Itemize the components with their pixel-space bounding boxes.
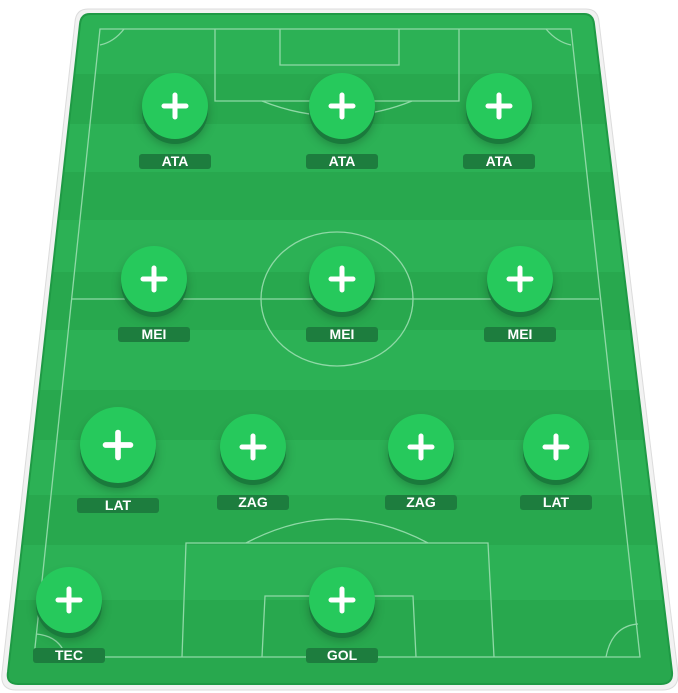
position-label: MEI [306,327,378,342]
add-player-button[interactable] [309,246,375,312]
add-player-button[interactable] [487,246,553,312]
slot-defender-center-left[interactable]: ZAG [217,414,289,510]
plus-icon [102,429,134,461]
slot-midfielder-right[interactable]: MEI [484,246,556,342]
slot-attacker-left[interactable]: ATA [139,73,211,169]
add-player-button[interactable] [121,246,187,312]
add-player-button[interactable] [80,407,156,483]
slot-coach[interactable]: TEC [33,567,105,663]
position-label: ZAG [385,495,457,510]
slot-attacker-center[interactable]: ATA [306,73,378,169]
plus-icon [328,586,356,614]
plus-icon [328,92,356,120]
slot-attacker-right[interactable]: ATA [463,73,535,169]
position-label: ZAG [217,495,289,510]
plus-icon [485,92,513,120]
slot-midfielder-left[interactable]: MEI [118,246,190,342]
slot-midfielder-center[interactable]: MEI [306,246,378,342]
position-label: GOL [306,648,378,663]
lineup-field: ATA ATA ATA MEI MEI MEI LAT ZAG ZAG LAT … [0,0,678,693]
position-label: ATA [139,154,211,169]
position-label: TEC [33,648,105,663]
plus-icon [161,92,189,120]
plus-icon [328,265,356,293]
plus-icon [506,265,534,293]
position-label: ATA [463,154,535,169]
add-player-button[interactable] [309,73,375,139]
position-label: MEI [118,327,190,342]
position-label: LAT [77,498,159,513]
add-player-button[interactable] [523,414,589,480]
slot-defender-left-back[interactable]: LAT [77,407,159,513]
plus-icon [542,433,570,461]
plus-icon [239,433,267,461]
position-label: MEI [484,327,556,342]
add-coach-button[interactable] [36,567,102,633]
add-player-button[interactable] [388,414,454,480]
add-player-button[interactable] [142,73,208,139]
add-player-button[interactable] [466,73,532,139]
plus-icon [55,586,83,614]
slot-defender-right-back[interactable]: LAT [520,414,592,510]
position-label: LAT [520,495,592,510]
plus-icon [140,265,168,293]
position-label: ATA [306,154,378,169]
slot-goalkeeper[interactable]: GOL [306,567,378,663]
slot-defender-center-right[interactable]: ZAG [385,414,457,510]
add-player-button[interactable] [309,567,375,633]
plus-icon [407,433,435,461]
add-player-button[interactable] [220,414,286,480]
